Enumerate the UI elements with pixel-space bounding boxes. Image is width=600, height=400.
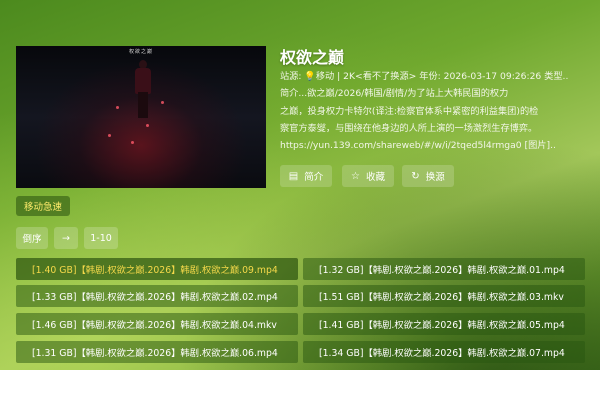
meta-line: 站源: 💡移动 | 2K<看不了换源> 年份: 2026-03-17 09:26… [280, 70, 586, 83]
description-line-2: 之巅，投身权力卡特尔(译注:检察官体系中紧密的利益集团)的检 [280, 106, 539, 117]
video-title: 权欲之巅 [280, 48, 345, 67]
source-tab-mobile-fast[interactable]: 移动急速 [16, 196, 70, 216]
favorite-button[interactable]: ☆ 收藏 [342, 165, 394, 187]
reverse-order-button[interactable]: 倒序 [16, 227, 48, 249]
favorite-label: 收藏 [365, 172, 385, 183]
description-line-1: 简介...欲之巅/2026/韩国/剧情/为了站上大韩民国的权力 [280, 88, 509, 99]
episode-item[interactable]: [1.34 GB]【韩剧.权欲之巅.2026】韩剧.权欲之巅.07.mp4 [303, 341, 585, 363]
intro-label: 简介 [304, 172, 324, 183]
share-link[interactable]: https://yun.139.com/shareweb/#/w/i/2tqed… [280, 139, 586, 152]
episode-item[interactable]: [1.41 GB]【韩剧.权欲之巅.2026】韩剧.权欲之巅.05.mp4 [303, 313, 585, 335]
poster-thumbnail[interactable]: 权欲之巅 [16, 46, 266, 188]
meta-rest: 移动 | 2K<看不了换源> 年份: 2026-03-17 09:26:26 类… [315, 71, 569, 82]
lightbulb-icon: 💡 [304, 71, 316, 82]
episode-item[interactable]: [1.51 GB]【韩剧.权欲之巅.2026】韩剧.权欲之巅.03.mkv [303, 285, 585, 307]
episode-item[interactable]: [1.46 GB]【韩剧.权欲之巅.2026】韩剧.权欲之巅.04.mkv [16, 313, 298, 335]
detail-screen: 权欲之巅 权欲之巅 站源: 💡移动 | 2K<看不了换源> 年份: 2026-0… [0, 0, 600, 370]
description-line-3: 察官方泰燮，与围绕在他身边的人所上演的一场激烈生存博弈。 [280, 123, 538, 134]
switch-source-button[interactable]: ↻ 换源 [402, 165, 454, 187]
direction-arrow-button[interactable]: → [54, 227, 78, 249]
episode-item[interactable]: [1.40 GB]【韩剧.权欲之巅.2026】韩剧.权欲之巅.09.mp4 [16, 258, 298, 280]
refresh-icon: ↻ [411, 170, 420, 182]
intro-button[interactable]: ▤ 简介 [280, 165, 332, 187]
poster-figure [132, 60, 154, 120]
document-icon: ▤ [288, 170, 299, 182]
episode-item[interactable]: [1.33 GB]【韩剧.权欲之巅.2026】韩剧.权欲之巅.02.mp4 [16, 285, 298, 307]
episode-item[interactable]: [1.31 GB]【韩剧.权欲之巅.2026】韩剧.权欲之巅.06.mp4 [16, 341, 298, 363]
switch-source-label: 换源 [425, 172, 445, 183]
episode-range-button[interactable]: 1-10 [84, 227, 118, 249]
poster-title: 权欲之巅 [128, 49, 153, 55]
episode-item[interactable]: [1.32 GB]【韩剧.权欲之巅.2026】韩剧.权欲之巅.01.mp4 [303, 258, 585, 280]
bottom-bar [0, 370, 600, 400]
meta-prefix: 站源: [280, 71, 305, 82]
star-icon: ☆ [351, 170, 360, 182]
